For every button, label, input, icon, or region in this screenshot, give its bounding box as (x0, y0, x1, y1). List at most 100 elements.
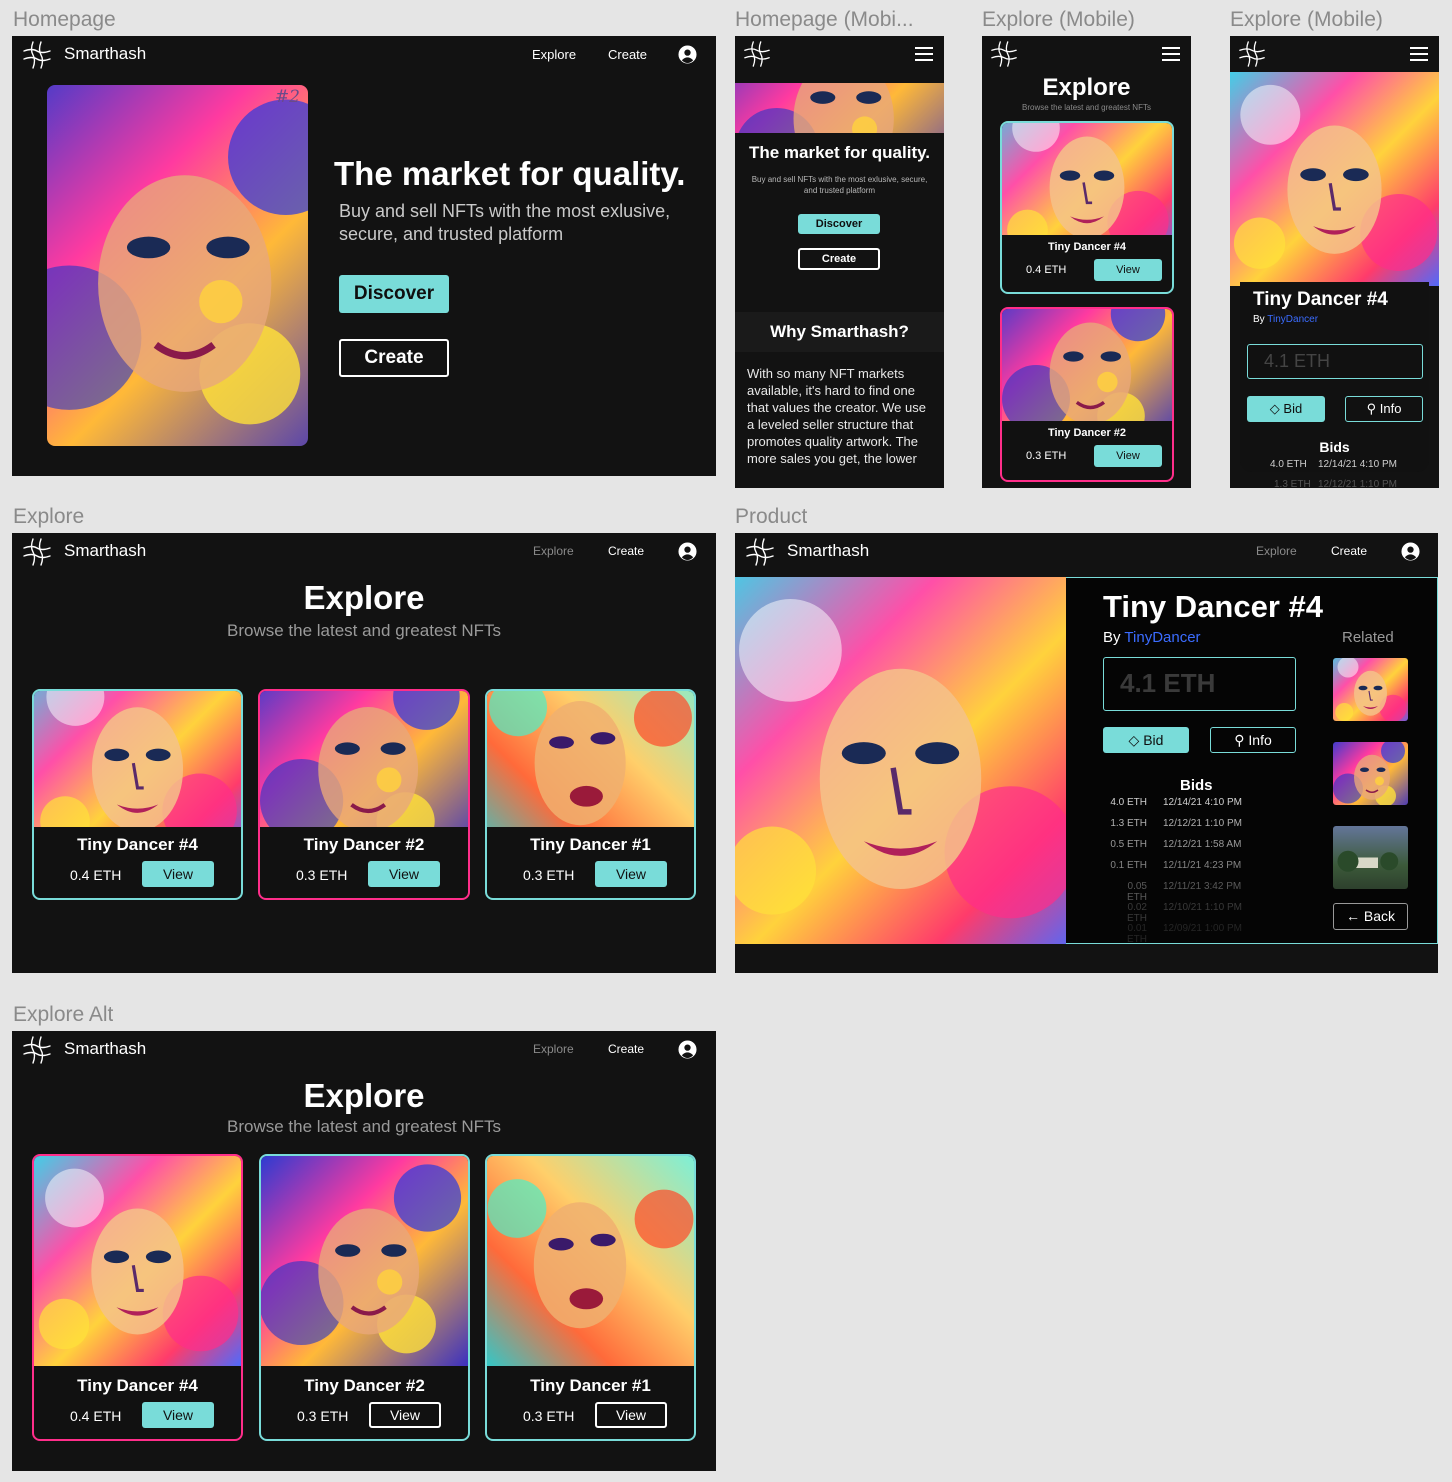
nft-card[interactable]: Tiny Dancer #4 0.4 ETH View (32, 1154, 243, 1441)
info-button[interactable]: ⚲ Info (1210, 727, 1296, 753)
logo-icon[interactable] (1238, 40, 1266, 68)
related-thumbnail[interactable] (1333, 658, 1408, 721)
top-nav: Smarthash Explore Create (12, 1031, 716, 1069)
explore-mobile-title: Explore (1042, 74, 1131, 101)
related-thumbnail[interactable] (1333, 826, 1408, 889)
logo-icon[interactable] (990, 40, 1018, 68)
card-view-button[interactable]: View (595, 1402, 667, 1428)
card-view-button[interactable]: View (369, 1402, 441, 1428)
author-link[interactable]: TinyDancer (1267, 314, 1318, 325)
bid-label: Bid (1283, 401, 1303, 416)
explore-subtitle: Browse the latest and greatest NFTs (226, 1117, 502, 1136)
logo-icon[interactable] (22, 1035, 52, 1065)
card-price: 0.3 ETH (1026, 450, 1067, 462)
mobile-create-button[interactable]: Create (798, 248, 880, 270)
brand-name[interactable]: Smarthash (64, 44, 146, 64)
bid-date: 12/12/21 1:10 PM (1318, 479, 1397, 488)
bid-button[interactable]: ◇ Bid (1103, 727, 1189, 753)
explore-title: Explore (303, 579, 425, 616)
card-artwork (261, 1156, 468, 1366)
nft-card[interactable]: Tiny Dancer #2 0.3 ETH View (258, 689, 470, 900)
explore-alt-frame: Smarthash Explore Create Explore Browse … (12, 1031, 716, 1471)
card-view-button[interactable]: View (1094, 259, 1162, 281)
card-view-button[interactable]: View (142, 1402, 214, 1428)
logo-icon[interactable] (743, 40, 771, 68)
card-price: 0.4 ETH (70, 1408, 122, 1424)
mobile-nav (1230, 36, 1439, 72)
card-view-button[interactable]: View (368, 861, 440, 887)
logo-icon[interactable] (745, 537, 775, 567)
nft-card[interactable]: Tiny Dancer #1 0.3 ETH View (485, 689, 696, 900)
product-artwork (735, 577, 1066, 944)
bid-amount: 4.0 ETH (1270, 459, 1307, 470)
search-icon: ⚲ (1366, 401, 1377, 416)
explore-mobile-subtitle: Browse the latest and greatest NFTs (1022, 103, 1151, 112)
bid-button[interactable]: ◇ Bid (1247, 396, 1325, 422)
explore-frame: Smarthash Explore Create Explore Browse … (12, 533, 716, 973)
frame-label-explore: Explore (13, 505, 85, 528)
nav-create-link[interactable]: Create (608, 544, 644, 558)
logo-icon[interactable] (22, 40, 52, 70)
brand-name[interactable]: Smarthash (64, 1039, 146, 1059)
account-icon[interactable] (678, 1040, 697, 1059)
card-price: 0.3 ETH (296, 867, 348, 883)
menu-icon[interactable] (1410, 47, 1428, 61)
account-icon[interactable] (678, 542, 697, 561)
bid-row: 0.01 ETH 12/09/21 1:00 PM (1105, 923, 1242, 945)
bid-row: 0.02 ETH 12/10/21 1:10 PM (1105, 902, 1242, 924)
product-mobile-byline: By TinyDancer (1253, 314, 1318, 325)
bid-amount: 1.3 ETH (1274, 479, 1311, 488)
related-thumbnail[interactable] (1333, 742, 1408, 805)
explore-subtitle: Browse the latest and greatest NFTs (226, 621, 502, 640)
hero-title: The market for quality. (334, 155, 686, 192)
bid-row: 0.1 ETH 12/11/21 4:23 PM (1105, 860, 1241, 871)
brand-name[interactable]: Smarthash (787, 541, 869, 561)
account-icon[interactable] (678, 45, 697, 64)
nft-card[interactable]: Tiny Dancer #1 0.3 ETH View (485, 1154, 696, 1441)
mobile-hero-artwork (735, 83, 944, 133)
author-link[interactable]: TinyDancer (1124, 629, 1200, 646)
nav-explore-link[interactable]: Explore (1256, 544, 1297, 558)
card-price: 0.3 ETH (523, 1408, 575, 1424)
brand-name[interactable]: Smarthash (64, 541, 146, 561)
card-price: 0.3 ETH (297, 1408, 349, 1424)
discover-button[interactable]: Discover (339, 275, 449, 313)
nav-explore-link[interactable]: Explore (533, 544, 574, 558)
card-view-button[interactable]: View (595, 861, 667, 887)
nft-card[interactable]: Tiny Dancer #4 0.4 ETH View (32, 689, 243, 900)
mobile-hero-title: The market for quality. (748, 143, 931, 162)
card-title: Tiny Dancer #1 (530, 1376, 651, 1395)
hero-artwork: #2 (47, 85, 308, 446)
mobile-nav (982, 36, 1191, 72)
mobile-nft-card[interactable]: Tiny Dancer #2 0.3 ETH View (1000, 307, 1174, 482)
related-title: Related (1342, 629, 1394, 646)
bid-row: 0.05 ETH 12/11/21 3:42 PM (1105, 881, 1241, 903)
nav-create-link[interactable]: Create (1331, 544, 1367, 558)
menu-icon[interactable] (915, 47, 933, 61)
by-label: By (1253, 314, 1265, 325)
bid-amount-input[interactable]: 4.1 ETH (1247, 344, 1423, 379)
bid-date: 12/11/21 4:23 PM (1163, 860, 1242, 871)
product-mobile-artwork (1230, 72, 1439, 286)
bid-amount-input[interactable]: 4.1 ETH (1103, 657, 1296, 711)
nft-card[interactable]: Tiny Dancer #2 0.3 ETH View (259, 1154, 470, 1441)
nav-explore-link[interactable]: Explore (533, 1042, 574, 1056)
nav-create-link[interactable]: Create (608, 1042, 644, 1056)
logo-icon[interactable] (22, 537, 52, 567)
card-price: 0.3 ETH (523, 867, 575, 883)
card-view-button[interactable]: View (142, 861, 214, 887)
account-icon[interactable] (1401, 542, 1420, 561)
info-button[interactable]: ⚲ Info (1345, 396, 1423, 422)
nav-explore-link[interactable]: Explore (532, 47, 576, 62)
bid-date: 12/14/21 4:10 PM (1318, 459, 1397, 470)
mobile-nft-card[interactable]: Tiny Dancer #4 0.4 ETH View (1000, 121, 1174, 294)
menu-icon[interactable] (1162, 47, 1180, 61)
hero-card-tag: #2 (274, 87, 300, 107)
mobile-discover-button[interactable]: Discover (798, 214, 880, 234)
frame-label-product: Product (735, 505, 808, 528)
back-button[interactable]: ← Back (1333, 903, 1408, 930)
bid-row: 4.0 ETH 12/14/21 4:10 PM (1270, 459, 1397, 470)
nav-create-link[interactable]: Create (608, 47, 647, 62)
card-view-button[interactable]: View (1094, 445, 1162, 467)
create-button[interactable]: Create (339, 339, 449, 377)
